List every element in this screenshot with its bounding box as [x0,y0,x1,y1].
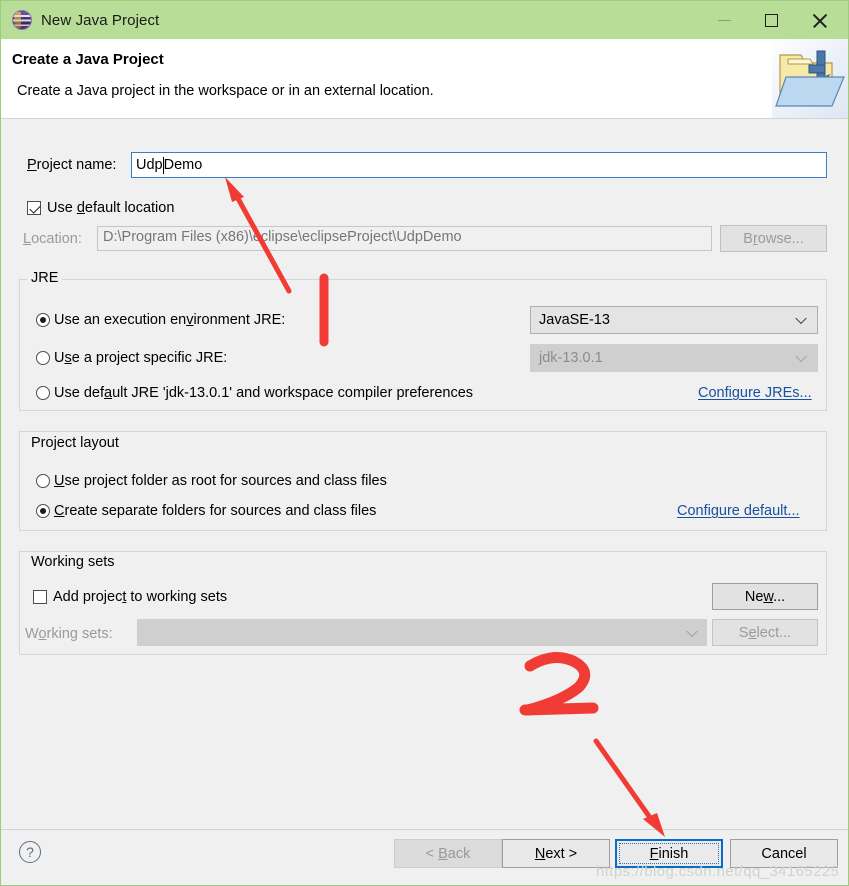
add-to-working-sets-label[interactable]: Add project to working sets [53,589,227,605]
radio-separate-folders[interactable] [36,504,50,518]
radio-default-jre[interactable] [36,386,50,400]
jre-group-title: JRE [27,270,63,286]
chevron-down-icon [795,350,807,363]
radio-separate-folders-label[interactable]: Create separate folders for sources and … [54,503,376,519]
minimize-icon [717,19,731,21]
cancel-button-label: Cancel [761,845,807,862]
location-label: Location: [23,231,82,247]
project-name-value-before-caret: Udp [136,157,163,173]
title-bar: New Java Project [1,1,848,39]
radio-project-specific-jre[interactable] [36,351,50,365]
help-question-icon[interactable]: ? [19,841,41,863]
new-java-project-dialog: New Java Project Create a Java Project C… [0,0,849,886]
location-input: D:\Program Files (x86)\eclipse\eclipsePr… [97,226,712,251]
configure-jres-link[interactable]: Configure JREs... [698,385,812,401]
back-button: < Back [394,839,502,868]
radio-project-specific-jre-label[interactable]: Use a project specific JRE: [54,350,227,366]
project-specific-jre-value: jdk-13.0.1 [539,350,603,366]
close-icon [812,13,827,28]
next-button[interactable]: Next > [502,839,610,868]
new-working-set-button[interactable]: New... [712,583,818,610]
chevron-down-icon [686,625,698,637]
use-default-location-checkbox[interactable] [27,201,41,215]
chevron-down-icon [795,312,807,325]
project-layout-group-title: Project layout [27,435,123,451]
browse-button: Browse... [720,225,827,252]
working-sets-group-title: Working sets [27,554,119,570]
project-name-value-after-caret: Demo [163,157,203,173]
dialog-header: Create a Java Project Create a Java proj… [1,39,848,119]
project-specific-jre-dropdown: jdk-13.0.1 [530,344,818,372]
eclipse-logo-icon [12,10,32,30]
working-sets-dropdown [137,619,707,646]
minimize-button[interactable] [701,1,747,39]
execution-environment-value: JavaSE-13 [539,312,610,328]
maximize-icon [764,13,778,27]
project-name-input[interactable]: Udp Demo [131,152,827,178]
finish-button[interactable]: Finish [615,839,723,868]
radio-project-folder-root-label[interactable]: Use project folder as root for sources a… [54,473,387,489]
page-title: Create a Java Project [12,51,164,68]
execution-environment-dropdown[interactable]: JavaSE-13 [530,306,818,334]
page-description: Create a Java project in the workspace o… [17,83,434,99]
radio-project-folder-root[interactable] [36,474,50,488]
radio-default-jre-label[interactable]: Use default JRE 'jdk-13.0.1' and workspa… [54,385,473,401]
working-sets-label: Working sets: [25,626,113,642]
maximize-button[interactable] [748,1,794,39]
project-name-label: Project name: [27,157,117,173]
configure-default-link[interactable]: Configure default... [677,503,800,519]
close-button[interactable] [796,1,842,39]
select-working-sets-button: Select... [712,619,818,646]
use-default-location-label[interactable]: Use default location [47,200,174,216]
window-title: New Java Project [41,11,160,29]
cancel-button[interactable]: Cancel [730,839,838,868]
folder-icon-svg [775,50,845,107]
add-to-working-sets-checkbox[interactable] [33,590,47,604]
java-project-folder-icon [772,39,848,118]
radio-execution-environment-jre[interactable] [36,313,50,327]
radio-execution-environment-jre-label[interactable]: Use an execution environment JRE: [54,312,285,328]
